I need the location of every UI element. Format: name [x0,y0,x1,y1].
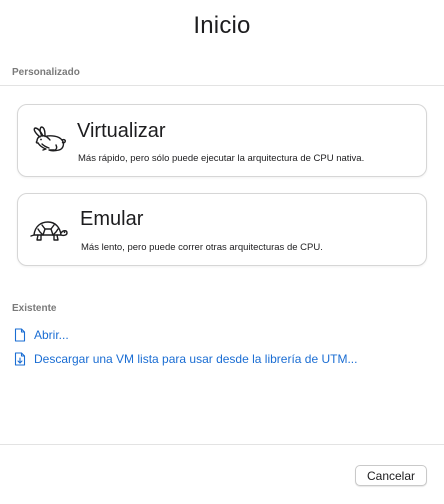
section-divider-top [0,85,444,86]
hare-icon [29,125,69,157]
virtualize-description: Más rápido, pero sólo puede ejecutar la … [78,153,365,164]
virtualize-option-card[interactable]: Virtualizar Más rápido, pero sólo puede … [17,104,427,177]
download-vm-link[interactable]: Descargar una VM lista para usar desde l… [14,351,357,367]
cancel-button[interactable]: Cancelar [355,465,427,486]
section-label-custom: Personalizado [12,67,80,78]
open-link[interactable]: Abrir... [14,327,69,343]
start-window: Inicio Personalizado Virtualizar Más ráp… [0,0,444,504]
section-label-existing: Existente [12,303,57,314]
footer-divider [0,444,444,445]
window-title: Inicio [193,12,251,39]
emulate-option-card[interactable]: Emular Más lento, pero puede correr otra… [17,193,427,266]
open-link-label: Abrir... [34,328,69,342]
document-download-icon [14,352,26,366]
emulate-title: Emular [80,208,144,230]
tortoise-icon [29,216,69,248]
document-icon [14,328,26,342]
download-vm-link-label: Descargar una VM lista para usar desde l… [34,352,358,366]
emulate-description: Más lento, pero puede correr otras arqui… [81,242,323,253]
virtualize-title: Virtualizar [77,120,166,142]
